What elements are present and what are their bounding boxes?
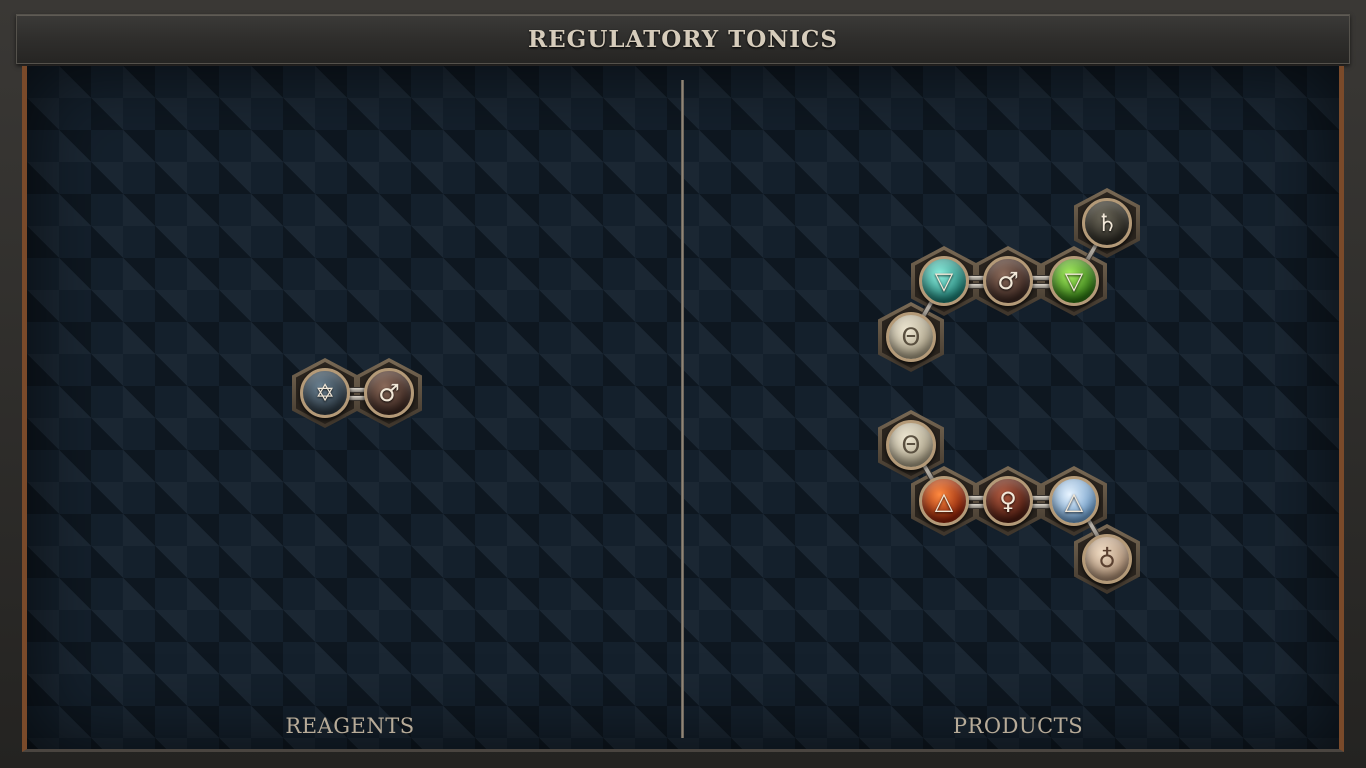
reagents-label: REAGENTS bbox=[285, 714, 415, 738]
atom-salt-variant[interactable]: ♁ bbox=[1082, 534, 1132, 584]
atom-iron[interactable]: ♂ bbox=[364, 368, 414, 418]
atom-fire[interactable]: △ bbox=[919, 476, 969, 526]
atom-water[interactable]: ▽ bbox=[919, 256, 969, 306]
atom-air[interactable]: △ bbox=[1049, 476, 1099, 526]
atom-salt[interactable]: Θ bbox=[886, 420, 936, 470]
atom-earth[interactable]: ▽ bbox=[1049, 256, 1099, 306]
atom-salt[interactable]: Θ bbox=[886, 312, 936, 362]
puzzle-title: REGULATORY TONICS bbox=[528, 25, 838, 53]
atom-iron[interactable]: ♂ bbox=[983, 256, 1033, 306]
products-label: PRODUCTS bbox=[952, 714, 1084, 738]
atom-quintessence[interactable]: ✡ bbox=[300, 368, 350, 418]
panel-divider bbox=[681, 80, 684, 738]
atom-lead[interactable]: ♄ bbox=[1082, 198, 1132, 248]
atom-copper[interactable]: ♀ bbox=[983, 476, 1033, 526]
title-bar: REGULATORY TONICS bbox=[16, 14, 1350, 64]
